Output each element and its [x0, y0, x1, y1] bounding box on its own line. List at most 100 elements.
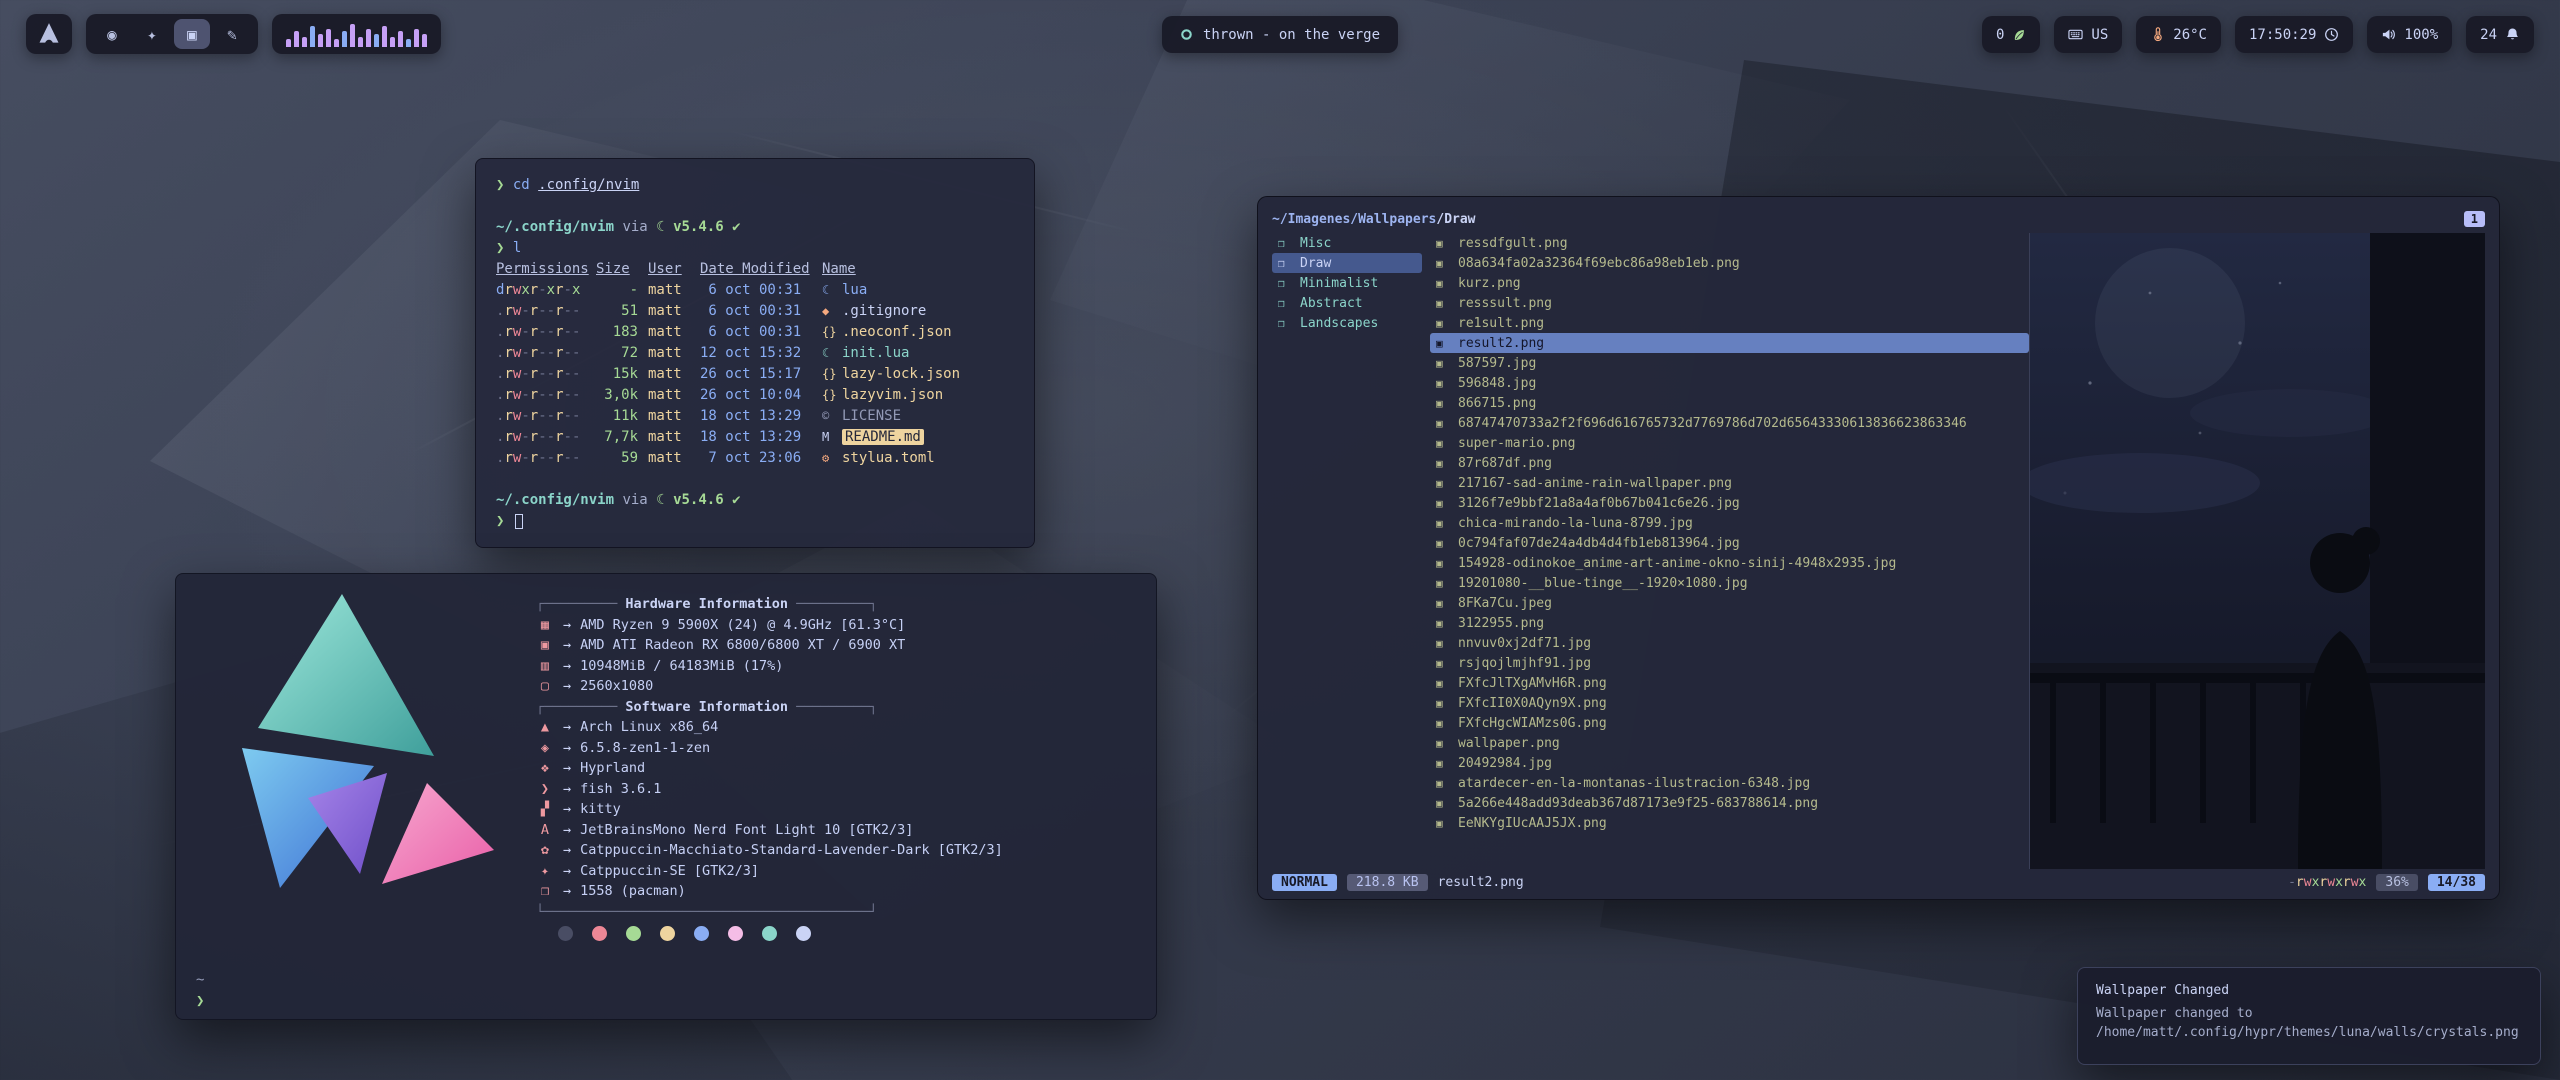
- file-list-item[interactable]: ▣FXfcHgcWIAMzs0G.png: [1430, 713, 2029, 733]
- file-list-item[interactable]: ▣596848.jpg: [1430, 373, 2029, 393]
- image-file-icon: ▣: [1436, 237, 1451, 250]
- kernel-info-line: ◈→6.5.8-zen1-1-zen: [536, 738, 1003, 759]
- image-file-icon: ▣: [1436, 457, 1451, 470]
- app-launcher-button[interactable]: [26, 14, 72, 54]
- tab-badge[interactable]: 1: [2464, 211, 2485, 227]
- folder-icon: ❒: [1278, 317, 1293, 330]
- file-manager-window[interactable]: ~/Imagenes/Wallpapers/Draw 1 ❒Misc❒Draw❒…: [1257, 196, 2500, 900]
- file-list-item[interactable]: ▣587597.jpg: [1430, 353, 2029, 373]
- lua-moon-icon: ☾: [656, 219, 664, 235]
- file-list-item[interactable]: ▣FXfcJlTXgAMvH6R.png: [1430, 673, 2029, 693]
- workspace-4-button[interactable]: ✎: [214, 19, 250, 49]
- file-list-item[interactable]: ▣nnvuv0xj2df71.jpg: [1430, 633, 2029, 653]
- parent-dir-landscapes[interactable]: ❒Landscapes: [1272, 313, 1422, 333]
- gpu-info-line: ▣→AMD ATI Radeon RX 6800/6800 XT / 6900 …: [536, 635, 1003, 656]
- graph-bar: [390, 37, 395, 47]
- workspace-1-button[interactable]: ◉: [94, 19, 130, 49]
- speaker-icon: [2381, 27, 2396, 42]
- file-list-item[interactable]: ▣EeNKYgIUcAAJ5JX.png: [1430, 813, 2029, 833]
- file-row: .rw-r--r--72matt12 oct 15:32☾init.lua: [496, 343, 1014, 364]
- image-file-icon: ▣: [1436, 617, 1451, 630]
- updates-label: 0: [1996, 27, 2004, 43]
- file-manager-header: ~/Imagenes/Wallpapers/Draw 1: [1272, 205, 2485, 233]
- parent-dir-minimalist[interactable]: ❒Minimalist: [1272, 273, 1422, 293]
- file-list-item[interactable]: ▣866715.png: [1430, 393, 2029, 413]
- scroll-percent-badge: 36%: [2376, 874, 2417, 891]
- clock-icon: [2324, 27, 2339, 42]
- file-list-item[interactable]: ▣217167-sad-anime-rain-wallpaper.png: [1430, 473, 2029, 493]
- wm-icon: ❖: [536, 758, 554, 779]
- memory-icon: ▥: [536, 656, 554, 677]
- terminal-color-palette: [558, 926, 811, 941]
- file-row: .rw-r--r--7,7kmatt18 oct 13:29MREADME.md: [496, 427, 1014, 448]
- graph-bar: [302, 37, 307, 47]
- gpu-icon: ▣: [536, 635, 554, 656]
- file-list-item[interactable]: ▣0c794faf07de24a4db4d4fb1eb813964.jpg: [1430, 533, 2029, 553]
- file-list-item[interactable]: ▣ressdfgult.png: [1430, 233, 2029, 253]
- file-list-item[interactable]: ▣super-mario.png: [1430, 433, 2029, 453]
- file-list-item[interactable]: ▣8FKa7Cu.jpeg: [1430, 593, 2029, 613]
- notifications-label: 24: [2480, 27, 2497, 43]
- cursor-position-badge: 14/38: [2428, 874, 2485, 891]
- volume-module[interactable]: 100%: [2367, 16, 2452, 53]
- file-list-item[interactable]: ▣chica-mirando-la-luna-8799.jpg: [1430, 513, 2029, 533]
- file-list-item[interactable]: ▣FXfcII0X0AQyn9X.png: [1430, 693, 2029, 713]
- file-list-item[interactable]: ▣08a634fa02a32364f69ebc86a98eb1eb.png: [1430, 253, 2029, 273]
- graph-bar: [350, 24, 355, 47]
- file-permissions: -rwxrwxrwx: [2288, 875, 2366, 890]
- file-list-item[interactable]: ▣87r687df.png: [1430, 453, 2029, 473]
- file-list-item[interactable]: ▣154928-odinokoe_anime-art-anime-okno-si…: [1430, 553, 2029, 573]
- clock-module[interactable]: 17:50:29: [2235, 16, 2353, 53]
- file-row: drwxr-xr-x-matt 6 oct 00:31☾lua: [496, 280, 1014, 301]
- font-info-line: A→JetBrainsMono Nerd Font Light 10 [GTK2…: [536, 820, 1003, 841]
- prompt-icon: ❯: [496, 513, 504, 529]
- file-list-item[interactable]: ▣rsjqojlmjhf91.jpg: [1430, 653, 2029, 673]
- image-file-icon: ▣: [1436, 717, 1451, 730]
- fetch-info: ┌───────── Hardware Information ────────…: [536, 594, 1003, 922]
- system-graph-widget[interactable]: [272, 14, 441, 54]
- updates-module[interactable]: 0: [1982, 16, 2040, 53]
- volume-label: 100%: [2404, 27, 2438, 43]
- system-fetch-window[interactable]: ┌───────── Hardware Information ────────…: [175, 573, 1157, 1020]
- file-table-body: drwxr-xr-x-matt 6 oct 00:31☾lua.rw-r--r-…: [496, 280, 1014, 469]
- active-window-title: thrown - on the verge: [1203, 27, 1380, 43]
- image-file-icon: ▣: [1436, 797, 1451, 810]
- file-row: .rw-r--r--51matt 6 oct 00:31◆.gitignore: [496, 301, 1014, 322]
- file-list-item[interactable]: ▣result2.png: [1430, 333, 2029, 353]
- prompt-icon: ❯: [496, 240, 504, 256]
- notifications-module[interactable]: 24: [2466, 16, 2534, 53]
- file-list-item[interactable]: ▣kurz.png: [1430, 273, 2029, 293]
- file-row: .rw-r--r--15kmatt26 oct 15:17{}lazy-lock…: [496, 364, 1014, 385]
- file-list-item[interactable]: ▣wallpaper.png: [1430, 733, 2029, 753]
- file-list-item[interactable]: ▣19201080-__blue-tinge__-1920×1080.jpg: [1430, 573, 2029, 593]
- breadcrumb: ~/Imagenes/Wallpapers/Draw: [1272, 212, 1476, 227]
- notification-popup[interactable]: Wallpaper Changed Wallpaper changed to /…: [2077, 967, 2541, 1065]
- shell-icon: ❯: [536, 779, 554, 800]
- file-list-item[interactable]: ▣atardecer-en-la-montanas-ilustracion-63…: [1430, 773, 2029, 793]
- file-list-item[interactable]: ▣resssult.png: [1430, 293, 2029, 313]
- file-list-item[interactable]: ▣3126f7e9bbf21a8a4af0b67b041c6e26.jpg: [1430, 493, 2029, 513]
- kernel-icon: ◈: [536, 738, 554, 759]
- file-list-item[interactable]: ▣5a266e448add93deab367d87173e9f25-683788…: [1430, 793, 2029, 813]
- palette-dot: [592, 926, 607, 941]
- image-file-icon: ▣: [1436, 397, 1451, 410]
- file-list-item[interactable]: ▣68747470733a2f2f696d616765732d7769786d7…: [1430, 413, 2029, 433]
- parent-dir-misc[interactable]: ❒Misc: [1272, 233, 1422, 253]
- graph-bar: [286, 39, 291, 47]
- temperature-module[interactable]: 26°C: [2136, 16, 2221, 53]
- parent-dir-draw[interactable]: ❒Draw: [1272, 253, 1422, 273]
- parent-dir-abstract[interactable]: ❒Abstract: [1272, 293, 1422, 313]
- file-list-item[interactable]: ▣20492984.jpg: [1430, 753, 2029, 773]
- folder-icon: ❒: [1278, 297, 1293, 310]
- file-list-item[interactable]: ▣3122955.png: [1430, 613, 2029, 633]
- prompt-icon: ❯: [196, 991, 204, 1012]
- workspace-2-button[interactable]: ✦: [134, 19, 170, 49]
- file-list-item[interactable]: ▣re1sult.png: [1430, 313, 2029, 333]
- workspace-3-button[interactable]: ▣: [174, 19, 210, 49]
- arch-logo-icon: [38, 22, 60, 47]
- distro-logo: [202, 588, 502, 898]
- window-title-pill[interactable]: thrown - on the verge: [1162, 16, 1398, 53]
- terminal-window[interactable]: ❯ cd .config/nvim ~/.config/nvim via ☾ v…: [475, 158, 1035, 548]
- prompt-icon: ❯: [496, 177, 504, 193]
- keyboard-layout-module[interactable]: US: [2054, 16, 2122, 53]
